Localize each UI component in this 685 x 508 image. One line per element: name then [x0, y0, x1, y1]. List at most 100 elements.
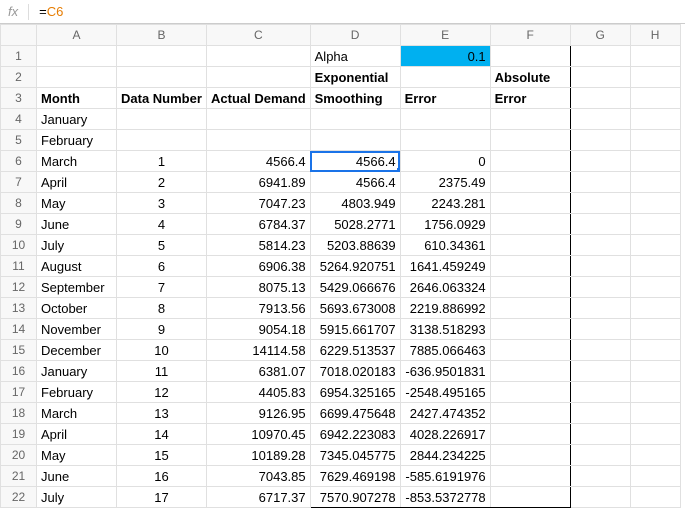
cell-error[interactable] — [400, 130, 490, 151]
cell-smoothing[interactable] — [310, 130, 400, 151]
row-header[interactable]: 6 — [1, 151, 37, 172]
cell[interactable] — [570, 298, 630, 319]
cell-error[interactable]: 610.34361 — [400, 235, 490, 256]
cell-actual-demand[interactable]: 9054.18 — [207, 319, 311, 340]
cell-data-number[interactable]: 5 — [117, 235, 207, 256]
cell[interactable] — [117, 46, 207, 67]
cell[interactable] — [630, 340, 680, 361]
cell-data-number[interactable] — [117, 109, 207, 130]
cell[interactable] — [630, 46, 680, 67]
cell-data-number[interactable]: 12 — [117, 382, 207, 403]
cell[interactable] — [570, 256, 630, 277]
header-actual-demand[interactable]: Actual Demand — [207, 88, 311, 109]
cell-data-number[interactable]: 13 — [117, 403, 207, 424]
cell-data-number[interactable]: 9 — [117, 319, 207, 340]
cell-month[interactable]: December — [37, 340, 117, 361]
cell-data-number[interactable]: 14 — [117, 424, 207, 445]
cell-data-number[interactable]: 7 — [117, 277, 207, 298]
cell-abs-error[interactable] — [490, 193, 570, 214]
cell[interactable] — [570, 193, 630, 214]
cell[interactable] — [117, 67, 207, 88]
cell-month[interactable]: May — [37, 445, 117, 466]
cell[interactable] — [570, 424, 630, 445]
cell[interactable] — [630, 172, 680, 193]
header-error2[interactable]: Error — [490, 88, 570, 109]
corner-cell[interactable] — [1, 25, 37, 46]
cell-abs-error[interactable] — [490, 109, 570, 130]
row-header[interactable]: 21 — [1, 466, 37, 487]
cell-actual-demand[interactable]: 7047.23 — [207, 193, 311, 214]
cell[interactable] — [630, 67, 680, 88]
cell-abs-error[interactable] — [490, 403, 570, 424]
cell-error[interactable]: -636.9501831 — [400, 361, 490, 382]
cell[interactable] — [630, 382, 680, 403]
row-header[interactable]: 17 — [1, 382, 37, 403]
cell-error[interactable]: 2219.886992 — [400, 298, 490, 319]
cell-abs-error[interactable] — [490, 151, 570, 172]
cell[interactable] — [570, 445, 630, 466]
alpha-label-cell[interactable]: Alpha — [310, 46, 400, 67]
cell[interactable] — [630, 88, 680, 109]
cell-actual-demand[interactable]: 14114.58 — [207, 340, 311, 361]
cell[interactable] — [570, 340, 630, 361]
header-exponential[interactable]: Exponential — [310, 67, 400, 88]
cell[interactable] — [570, 67, 630, 88]
col-header[interactable]: H — [630, 25, 680, 46]
row-header[interactable]: 1 — [1, 46, 37, 67]
cell-abs-error[interactable] — [490, 319, 570, 340]
cell-data-number[interactable]: 15 — [117, 445, 207, 466]
row-header[interactable]: 16 — [1, 361, 37, 382]
cell[interactable] — [570, 466, 630, 487]
cell[interactable] — [490, 46, 570, 67]
cell-smoothing[interactable]: 5203.88639 — [310, 235, 400, 256]
cell-data-number[interactable]: 6 — [117, 256, 207, 277]
cell-month[interactable]: August — [37, 256, 117, 277]
cell-actual-demand[interactable]: 8075.13 — [207, 277, 311, 298]
header-error[interactable]: Error — [400, 88, 490, 109]
cell-month[interactable]: June — [37, 214, 117, 235]
cell-actual-demand[interactable] — [207, 130, 311, 151]
cell-smoothing[interactable]: 7018.020183 — [310, 361, 400, 382]
cell[interactable] — [207, 67, 311, 88]
cell-error[interactable]: 2375.49 — [400, 172, 490, 193]
cell-actual-demand[interactable]: 6381.07 — [207, 361, 311, 382]
row-header[interactable]: 8 — [1, 193, 37, 214]
cell[interactable] — [630, 109, 680, 130]
cell-month[interactable]: November — [37, 319, 117, 340]
cell-month[interactable]: February — [37, 130, 117, 151]
cell-month[interactable]: February — [37, 382, 117, 403]
cell-smoothing[interactable]: 7629.469198 — [310, 466, 400, 487]
cell[interactable] — [630, 214, 680, 235]
row-header[interactable]: 7 — [1, 172, 37, 193]
cell[interactable] — [570, 403, 630, 424]
formula-bar[interactable]: fx =C6 — [0, 0, 685, 24]
cell-data-number[interactable]: 8 — [117, 298, 207, 319]
cell-month[interactable]: April — [37, 424, 117, 445]
cell-smoothing[interactable]: 4803.949 — [310, 193, 400, 214]
cell-data-number[interactable]: 3 — [117, 193, 207, 214]
cell[interactable] — [630, 445, 680, 466]
col-header[interactable]: G — [570, 25, 630, 46]
cell-error[interactable]: 2243.281 — [400, 193, 490, 214]
cell-data-number[interactable]: 17 — [117, 487, 207, 508]
cell-month[interactable]: October — [37, 298, 117, 319]
cell-abs-error[interactable] — [490, 382, 570, 403]
cell-smoothing[interactable]: 5028.2771 — [310, 214, 400, 235]
cell-smoothing[interactable]: 5264.920751 — [310, 256, 400, 277]
cell-abs-error[interactable] — [490, 340, 570, 361]
cell-error[interactable]: 1756.0929 — [400, 214, 490, 235]
cell-error[interactable]: 2427.474352 — [400, 403, 490, 424]
cell-data-number[interactable]: 4 — [117, 214, 207, 235]
cell-smoothing[interactable]: 6954.325165 — [310, 382, 400, 403]
cell-data-number[interactable]: 11 — [117, 361, 207, 382]
cell[interactable] — [400, 67, 490, 88]
cell-month[interactable]: July — [37, 235, 117, 256]
header-data-number[interactable]: Data Number — [117, 88, 207, 109]
cell-actual-demand[interactable]: 10189.28 — [207, 445, 311, 466]
col-header[interactable]: E — [400, 25, 490, 46]
row-header[interactable]: 14 — [1, 319, 37, 340]
header-month[interactable]: Month — [37, 88, 117, 109]
cell-month[interactable]: May — [37, 193, 117, 214]
row-header[interactable]: 22 — [1, 487, 37, 508]
row-header[interactable]: 11 — [1, 256, 37, 277]
